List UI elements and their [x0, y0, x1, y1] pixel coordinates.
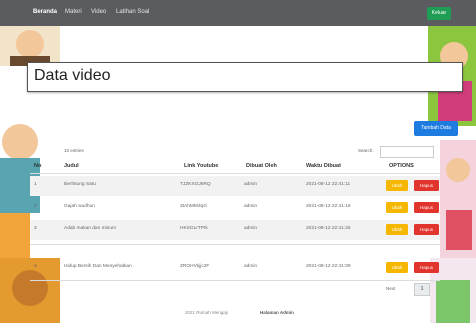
row-waktu: 2021-08-12 22:41:11 [306, 182, 351, 187]
table-row: 2 Gajah wudhun 3tAhMM3qG admin 2021-08-1… [30, 198, 440, 218]
cartoon-top-left [0, 26, 60, 66]
add-data-button[interactable]: Tambah Data [414, 121, 458, 136]
top-navbar: Beranda Materi Video Latihan Soal Keluar [0, 0, 476, 26]
table-row: 3 Adab makan dan minum HKSGLrTPIk admin … [30, 220, 440, 240]
pagination-next[interactable]: Next [386, 286, 395, 291]
row-judul: Gajah wudhun [64, 204, 95, 209]
delete-button[interactable]: Hapus [414, 180, 439, 191]
nav-materi[interactable]: Materi [65, 9, 82, 15]
edit-button[interactable]: Ubah [386, 224, 408, 235]
table-row: 1 Berhitung Satu TJZKXOJ8RQ admin 2021-0… [30, 176, 440, 196]
header-divider [30, 173, 440, 174]
row-waktu: 2021-08-12 22:41:16 [306, 204, 351, 209]
pagination-page-1[interactable]: 1 [414, 283, 430, 296]
column-header-options: OPTIONS [389, 163, 414, 169]
row-judul: Hidup Bersih Dan Menyehatkan [64, 264, 132, 269]
logout-button[interactable]: Keluar [427, 7, 451, 20]
footer-copyright: 2021 Rumah Mengaji [185, 310, 228, 315]
nav-video[interactable]: Video [91, 9, 106, 15]
row-divider [30, 244, 440, 245]
table-bottom-divider [30, 280, 440, 281]
row-no: 3 [34, 226, 37, 231]
delete-button[interactable]: Hapus [414, 202, 439, 213]
row-waktu: 2021-08-12 22:41:09 [306, 264, 351, 269]
page-title-bar: Data video [27, 62, 463, 92]
row-waktu: 2021-08-12 22:41:25 [306, 226, 351, 231]
row-no: 2 [34, 204, 37, 209]
row-no: 1 [34, 182, 37, 187]
column-header-dibuat-oleh[interactable]: Dibuat Oleh [246, 163, 277, 169]
cartoon-right-kids [440, 140, 476, 260]
delete-button[interactable]: Hapus [414, 262, 439, 273]
entries-info: 10 entries [64, 148, 84, 153]
row-dibuat-oleh: admin [244, 204, 258, 209]
nav-beranda[interactable]: Beranda [33, 9, 57, 15]
column-header-waktu[interactable]: Waktu Dibuat [306, 163, 341, 169]
search-label: Search: [358, 148, 374, 153]
nav-latihan-soal[interactable]: Latihan Soal [116, 9, 149, 15]
row-dibuat-oleh: admin [244, 226, 258, 231]
row-judul: Adab makan dan minum [64, 226, 116, 231]
page-title: Data video [34, 67, 111, 84]
edit-button[interactable]: Ubah [386, 180, 408, 191]
row-no: 4 [34, 264, 37, 269]
row-link[interactable]: 3tAhMM3qG [180, 204, 207, 209]
cartoon-left-girl [0, 213, 30, 258]
row-dibuat-oleh: admin [244, 264, 258, 269]
row-dibuat-oleh: admin [244, 182, 258, 187]
row-link[interactable]: TJZKXOJ8RQ [180, 182, 211, 187]
footer-admin-label: Halaman Admin [260, 310, 294, 315]
row-link[interactable]: HKSGLrTPIk [180, 226, 208, 231]
column-header-judul[interactable]: Judul [64, 163, 79, 169]
column-header-no[interactable]: No [34, 163, 41, 169]
row-link[interactable]: ZROHVkjjc2F [180, 264, 209, 269]
edit-button[interactable]: Ubah [386, 262, 408, 273]
column-header-link[interactable]: Link Youtube [184, 163, 218, 169]
delete-button[interactable]: Hapus [414, 224, 439, 235]
table-row: 4 Hidup Bersih Dan Menyehatkan ZROHVkjjc… [30, 258, 440, 278]
edit-button[interactable]: Ubah [386, 202, 408, 213]
search-input[interactable] [380, 146, 434, 158]
row-judul: Berhitung Satu [64, 182, 96, 187]
